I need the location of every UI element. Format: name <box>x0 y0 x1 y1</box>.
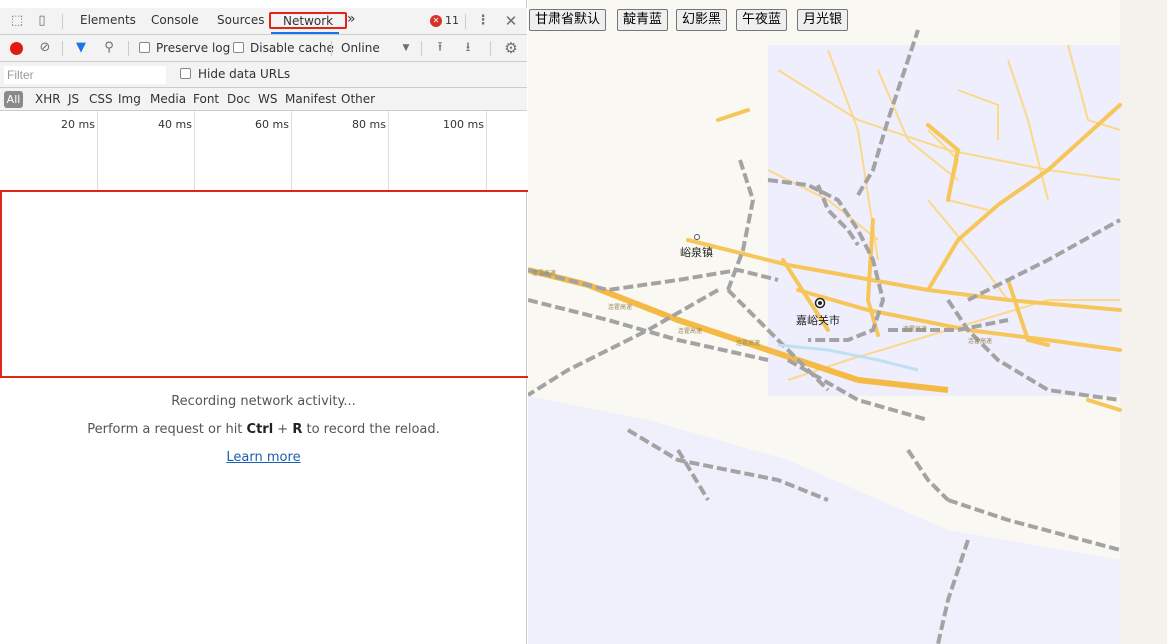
more-tabs-chevron-icon[interactable]: » <box>347 11 356 27</box>
error-x-icon[interactable]: ✕ <box>430 15 442 27</box>
learn-more-row: Learn more <box>0 450 527 465</box>
tab-sources[interactable]: Sources <box>217 13 264 27</box>
export-har-icon[interactable]: ⭳ <box>460 40 476 56</box>
timeline-gridline <box>486 111 487 190</box>
close-icon[interactable]: ✕ <box>503 13 519 29</box>
highlight-annotation-box <box>0 190 531 378</box>
type-filter-img[interactable]: Img <box>118 92 141 106</box>
type-filter-all[interactable]: All <box>4 91 23 108</box>
timeline-label: 80 ms <box>352 118 386 131</box>
learn-more-link[interactable]: Learn more <box>226 450 300 465</box>
road-label: 连霍高速 <box>903 326 928 333</box>
search-icon[interactable]: ⚲ <box>101 40 117 56</box>
timeline-label: 40 ms <box>158 118 192 131</box>
timeline-label: 20 ms <box>61 118 95 131</box>
key-plus: + <box>273 422 293 437</box>
road-label: 连霍高速 <box>532 270 557 277</box>
reload-hint-suffix: to record the reload. <box>302 422 440 437</box>
clear-icon[interactable]: ⊘ <box>37 40 53 56</box>
reload-hint-prefix: Perform a request or hit <box>87 422 247 437</box>
timeline-gridline <box>97 111 98 190</box>
timeline-label: 100 ms <box>443 118 484 131</box>
tab-network[interactable]: Network <box>283 14 333 28</box>
type-filter-xhr[interactable]: XHR <box>35 92 61 106</box>
active-tab-indicator <box>271 32 339 34</box>
timeline-gridline <box>194 111 195 190</box>
divider <box>490 41 491 56</box>
timeline-gridline <box>291 111 292 190</box>
timeline-gridline <box>388 111 389 190</box>
kebab-menu-icon[interactable]: ⋮ <box>475 13 491 29</box>
map-canvas[interactable] <box>528 0 1167 644</box>
preserve-log-label: Preserve log <box>156 41 231 55</box>
resource-type-bar: All XHR JS CSS Img Media Font Doc WS Man… <box>0 88 527 111</box>
devtools-tab-bar: ⬚ ▯ Elements Console Sources Network » ✕… <box>0 8 527 35</box>
filter-bar: Hide data URLs <box>0 62 527 88</box>
settings-gear-icon[interactable]: ⚙ <box>503 40 519 56</box>
divider <box>62 14 63 29</box>
place-label-city[interactable]: 嘉峪关市 <box>796 312 840 328</box>
inspect-element-icon[interactable]: ⬚ <box>9 13 25 29</box>
error-count[interactable]: 11 <box>445 14 459 27</box>
style-button-midnight-blue[interactable]: 午夜蓝 <box>736 9 788 31</box>
road-label: 连霍高速 <box>968 338 993 345</box>
road-label: 连霍高速 <box>678 328 703 335</box>
style-button-gansu-default[interactable]: 甘肃省默认 <box>529 9 607 31</box>
type-filter-media[interactable]: Media <box>150 92 186 106</box>
type-filter-ws[interactable]: WS <box>258 92 277 106</box>
place-label-town[interactable]: 峪泉镇 <box>680 244 713 260</box>
type-filter-other[interactable]: Other <box>341 92 375 106</box>
road-label: 连霍高速 <box>736 340 761 347</box>
reload-hint: Perform a request or hit Ctrl + R to rec… <box>0 422 527 437</box>
devtools-panel: ⬚ ▯ Elements Console Sources Network » ✕… <box>0 0 531 644</box>
map-edge-fade <box>1120 0 1167 644</box>
timeline-overview[interactable]: 20 ms 40 ms 60 ms 80 ms 100 ms <box>0 111 527 190</box>
map-page: 峪泉镇 嘉峪关市 连霍高速 连霍高速 连霍高速 连霍高速 连霍高速 连霍高速 甘… <box>528 0 1167 644</box>
road-label: 连霍高速 <box>608 304 633 311</box>
style-button-phantom-black[interactable]: 幻影黑 <box>676 9 728 31</box>
style-button-indigo[interactable]: 靛青蓝 <box>617 9 669 31</box>
town-marker-icon[interactable] <box>694 234 700 240</box>
tab-elements[interactable]: Elements <box>80 13 136 27</box>
divider <box>331 41 332 56</box>
timeline-label: 60 ms <box>255 118 289 131</box>
key-r: R <box>292 422 303 437</box>
type-filter-css[interactable]: CSS <box>89 92 113 106</box>
divider <box>465 14 466 29</box>
divider <box>62 41 63 56</box>
style-button-moonlight-silver[interactable]: 月光银 <box>797 9 849 31</box>
network-toolbar: ⊘ ▼ ⚲ Preserve log Disable cache Online … <box>0 35 527 62</box>
dropdown-arrow-icon[interactable]: ▼ <box>398 40 414 56</box>
type-filter-js[interactable]: JS <box>68 92 79 106</box>
hide-data-urls-label: Hide data URLs <box>198 67 291 81</box>
hide-data-urls-checkbox[interactable] <box>180 68 191 79</box>
throttling-select[interactable]: Online <box>341 41 380 55</box>
type-filter-manifest[interactable]: Manifest <box>285 92 336 106</box>
import-har-icon[interactable]: ⭱ <box>432 40 448 56</box>
key-ctrl: Ctrl <box>246 422 274 437</box>
divider <box>421 41 422 56</box>
preserve-log-checkbox[interactable] <box>139 42 150 53</box>
tab-console[interactable]: Console <box>151 13 199 27</box>
disable-cache-label: Disable cache <box>250 41 334 55</box>
filter-input[interactable] <box>4 66 166 84</box>
divider <box>128 41 129 56</box>
device-toolbar-icon[interactable]: ▯ <box>34 13 50 29</box>
disable-cache-checkbox[interactable] <box>233 42 244 53</box>
record-icon[interactable] <box>10 42 23 55</box>
city-marker-dot <box>818 301 822 305</box>
filter-funnel-icon[interactable]: ▼ <box>73 40 89 56</box>
recording-message: Recording network activity... <box>171 394 356 409</box>
type-filter-font[interactable]: Font <box>193 92 219 106</box>
type-filter-doc[interactable]: Doc <box>227 92 250 106</box>
